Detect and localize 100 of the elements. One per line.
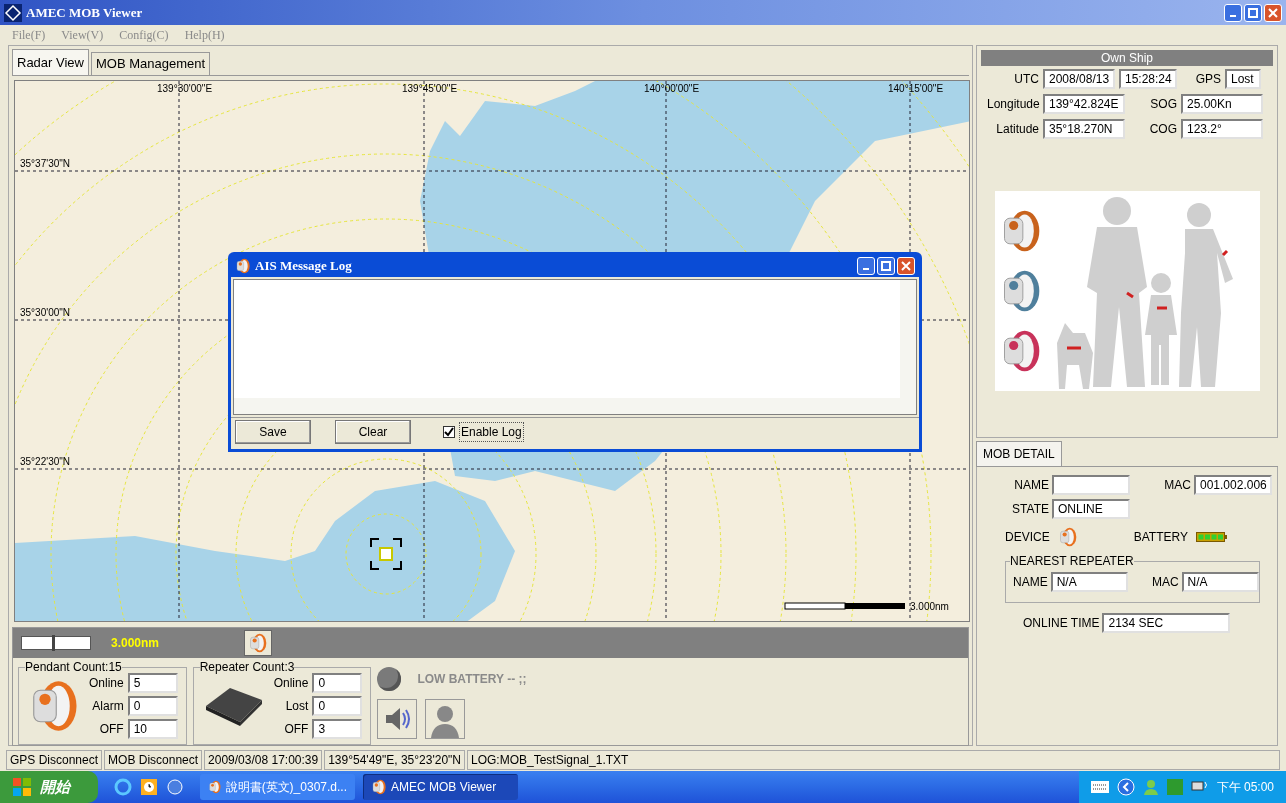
minimize-button[interactable] bbox=[1224, 3, 1242, 22]
group-title: Pendant Count:15 bbox=[25, 660, 122, 674]
taskbar-button[interactable]: 說明書(英文)_0307.d... bbox=[200, 774, 355, 800]
field-label: UTC bbox=[1013, 71, 1039, 88]
pendant-icon bbox=[248, 633, 269, 653]
sound-button[interactable] bbox=[377, 699, 418, 739]
longitude-label: 139°45'00"E bbox=[402, 83, 458, 95]
window-icon bbox=[371, 779, 387, 795]
field-label: Online bbox=[273, 675, 309, 692]
field-label: MAC bbox=[1150, 574, 1179, 591]
close-button[interactable] bbox=[1264, 3, 1282, 22]
slider-thumb[interactable] bbox=[52, 635, 56, 651]
status-led-icon bbox=[377, 667, 402, 691]
close-icon bbox=[901, 261, 911, 271]
keyboard-icon[interactable] bbox=[1090, 781, 1109, 793]
clock-icon[interactable] bbox=[140, 778, 158, 796]
app-logo-icon bbox=[4, 3, 22, 22]
battery-full-icon bbox=[1195, 532, 1228, 542]
latitude-label: 35°22'30"N bbox=[20, 456, 71, 468]
field-label: Lost bbox=[285, 698, 309, 715]
maximize-icon bbox=[1248, 7, 1258, 18]
person-silhouette-icon bbox=[429, 704, 462, 738]
field-label: NAME bbox=[1013, 477, 1049, 494]
pendant-button[interactable] bbox=[244, 630, 273, 656]
gps-field[interactable]: Lost bbox=[1225, 69, 1261, 89]
browser-icon[interactable] bbox=[114, 778, 132, 796]
vertical-scrollbar[interactable] bbox=[900, 280, 916, 414]
field-label: OFF bbox=[99, 721, 124, 738]
repeater-name-field[interactable]: N/A bbox=[1050, 572, 1129, 592]
minimize-icon bbox=[863, 268, 869, 270]
longitude-label: 140°00'00"E bbox=[644, 83, 700, 95]
tab[interactable]: MOB Management bbox=[90, 52, 211, 75]
longitude-label: 140°15'00"E bbox=[888, 83, 944, 95]
dialog-button[interactable]: Clear bbox=[335, 420, 411, 444]
target-marker[interactable] bbox=[370, 538, 402, 570]
device-pendant-icon bbox=[1057, 527, 1078, 547]
online-time-field[interactable]: 2134 SEC bbox=[1102, 613, 1231, 633]
longitude-field[interactable]: 139°42.824E bbox=[1043, 94, 1125, 114]
pendant-count-field[interactable]: 5 bbox=[127, 673, 178, 693]
name-field[interactable] bbox=[1052, 475, 1130, 495]
own-ship-header: Own Ship bbox=[981, 50, 1273, 66]
group-title: NEAREST REPEATER bbox=[1010, 554, 1134, 568]
windows-logo-icon bbox=[12, 777, 32, 797]
taskbar-button[interactable]: AMEC MOB Viewer bbox=[363, 774, 518, 800]
state-field[interactable]: ONLINE bbox=[1052, 499, 1130, 519]
alarm-label: LOW BATTERY -- ;; bbox=[417, 671, 527, 688]
field-label: Longitude bbox=[987, 96, 1039, 113]
status-bar-cell: MOB Disconnect bbox=[104, 749, 203, 770]
dialog-button[interactable]: Save bbox=[235, 420, 311, 444]
status-bar-cell: GPS Disconnect bbox=[6, 749, 103, 770]
date-field[interactable]: 2008/08/13 bbox=[1043, 69, 1115, 89]
field-label: OFF bbox=[284, 721, 309, 738]
field-label: MAC bbox=[1163, 477, 1191, 494]
person-button[interactable] bbox=[425, 699, 466, 739]
minimize-icon bbox=[1230, 14, 1236, 17]
mac-field[interactable]: 001.002.006 bbox=[1194, 475, 1272, 495]
status-bar-cell: 2009/03/08 17:00:39 bbox=[204, 749, 323, 770]
tab[interactable]: Radar View bbox=[12, 49, 89, 75]
field-label: STATE bbox=[1011, 501, 1049, 518]
maximize-icon bbox=[881, 261, 891, 271]
field-label: SOG bbox=[1149, 96, 1177, 113]
range-label: 3.000nm bbox=[111, 635, 160, 652]
repeater-count-field[interactable]: 3 bbox=[312, 719, 363, 739]
repeater-mac-field[interactable]: N/A bbox=[1181, 572, 1259, 592]
dialog-title: AIS Message Log bbox=[255, 257, 353, 276]
field-label: Online bbox=[89, 675, 124, 692]
maximize-button[interactable] bbox=[877, 257, 895, 275]
minimize-button[interactable] bbox=[857, 257, 875, 275]
close-icon bbox=[1268, 7, 1278, 18]
repeater-count-field[interactable]: 0 bbox=[312, 696, 363, 716]
scale-label: 3.000nm bbox=[910, 601, 949, 613]
app-icon bbox=[235, 258, 251, 274]
field-label: Latitude bbox=[995, 121, 1039, 138]
start-button[interactable]: 開始 bbox=[0, 771, 98, 803]
media-icon[interactable] bbox=[166, 778, 184, 796]
sog-field[interactable]: 25.00Kn bbox=[1181, 94, 1263, 114]
field-label: COG bbox=[1148, 121, 1177, 138]
zoom-slider[interactable] bbox=[21, 636, 91, 650]
close-button[interactable] bbox=[897, 257, 915, 275]
status-bar-cell: LOG:MOB_TestSignal_1.TXT bbox=[467, 749, 1280, 770]
latitude-field[interactable]: 35°18.270N bbox=[1043, 119, 1125, 139]
field-label: Alarm bbox=[92, 698, 124, 715]
time-field[interactable]: 15:28:24 bbox=[1119, 69, 1177, 89]
chevron-left-icon[interactable] bbox=[1116, 778, 1135, 796]
window-title: AMEC MOB Viewer bbox=[26, 3, 144, 22]
pendant-count-field[interactable]: 10 bbox=[127, 719, 178, 739]
pendant-count-field[interactable]: 0 bbox=[127, 696, 178, 716]
horizontal-scrollbar[interactable] bbox=[234, 398, 900, 414]
field-label: ONLINE TIME bbox=[1023, 615, 1100, 632]
mob-detail-tab[interactable]: MOB DETAIL bbox=[976, 441, 1062, 466]
window-icon bbox=[208, 779, 222, 795]
field-label: BATTERY bbox=[1133, 529, 1188, 546]
longitude-label: 139°30'00"E bbox=[157, 83, 213, 95]
repeater-count-field[interactable]: 0 bbox=[312, 673, 363, 693]
latitude-label: 35°30'00"N bbox=[20, 307, 71, 319]
cog-field[interactable]: 123.2° bbox=[1181, 119, 1263, 139]
field-label: DEVICE bbox=[1005, 529, 1050, 546]
status-bar-cell: 139°54'49"E, 35°23'20"N bbox=[324, 749, 465, 770]
maximize-button[interactable] bbox=[1244, 3, 1262, 22]
field-label: GPS bbox=[1194, 71, 1221, 88]
